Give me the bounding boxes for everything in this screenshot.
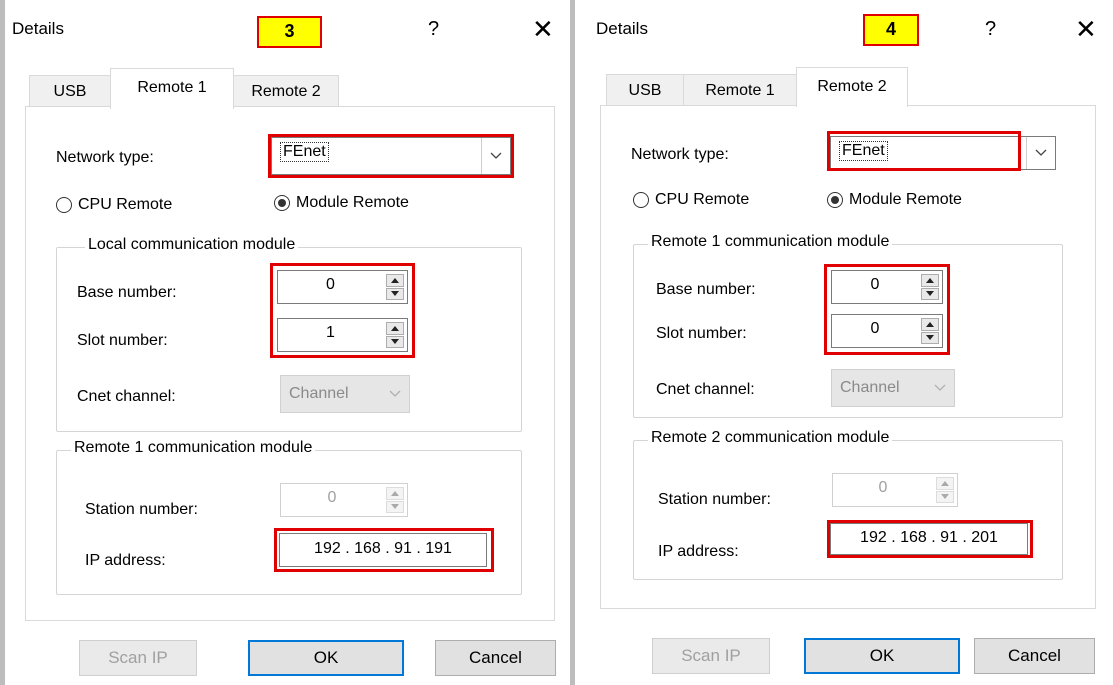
step-badge: 4: [863, 14, 919, 46]
remote2-communication-module-group: Remote 2 communication module Station nu…: [633, 429, 1063, 580]
radio-module-remote-indicator[interactable]: [274, 195, 290, 211]
highlight-ip-address: [274, 528, 494, 572]
radio-cpu-remote[interactable]: CPU Remote: [633, 191, 749, 209]
chevron-down-icon: [926, 370, 954, 406]
station-number-label: Station number:: [85, 501, 198, 518]
radio-cpu-remote[interactable]: CPU Remote: [56, 196, 172, 214]
slot-number-label: Slot number:: [656, 325, 747, 342]
chevron-down-icon: [381, 376, 409, 412]
base-number-label: Base number:: [656, 281, 756, 298]
cnet-channel-value: Channel: [840, 379, 900, 396]
details-dialog-remote1: Details 3 ? ✕ USB Remote 1 Remote 2 Netw…: [12, 0, 568, 685]
details-dialog-remote2: Details 4 ? ✕ USB Remote 1 Remote 2 Netw…: [586, 0, 1106, 685]
close-icon[interactable]: ✕: [1075, 14, 1097, 45]
help-icon[interactable]: ?: [428, 18, 439, 41]
remote-communication-module-group: Remote 1 communication module Station nu…: [56, 439, 522, 595]
group-title: Remote 1 communication module: [648, 233, 893, 251]
highlight-base-slot: [270, 263, 415, 358]
highlight-network-type: [268, 134, 514, 178]
radio-module-remote-indicator[interactable]: [827, 192, 843, 208]
scan-ip-button[interactable]: Scan IP: [652, 638, 770, 674]
window-divider: [0, 0, 5, 685]
slot-number-label: Slot number:: [77, 332, 168, 349]
radio-cpu-remote-label: CPU Remote: [655, 191, 750, 208]
radio-module-remote-label: Module Remote: [849, 191, 962, 208]
spin-down-icon: [936, 490, 954, 503]
network-type-label: Network type:: [56, 149, 154, 166]
dialog-title: Details: [596, 19, 648, 38]
cnet-channel-select[interactable]: Channel: [831, 369, 955, 407]
station-number-spinner[interactable]: 0: [280, 483, 408, 517]
ip-address-label: IP address:: [85, 552, 166, 569]
help-icon[interactable]: ?: [985, 18, 996, 41]
window-divider: [570, 0, 575, 685]
station-number-value: 0: [327, 489, 337, 506]
spin-up-icon: [386, 487, 404, 500]
ip-address-label: IP address:: [658, 543, 739, 560]
cnet-channel-label: Cnet channel:: [77, 388, 176, 405]
highlight-ip-address: [827, 520, 1033, 558]
ok-button[interactable]: OK: [248, 640, 404, 676]
local-communication-module-group: Local communication module Base number: …: [56, 236, 522, 432]
chevron-down-icon[interactable]: [1026, 137, 1055, 169]
network-type-label: Network type:: [631, 146, 729, 163]
cnet-channel-label: Cnet channel:: [656, 381, 755, 398]
cancel-button[interactable]: Cancel: [974, 638, 1095, 674]
radio-cpu-remote-indicator[interactable]: [633, 192, 649, 208]
dialog-title: Details: [12, 19, 64, 38]
tab-remote-1[interactable]: Remote 1: [110, 68, 234, 109]
step-badge: 3: [257, 16, 322, 48]
cancel-button[interactable]: Cancel: [435, 640, 556, 676]
tab-remote-2[interactable]: Remote 2: [233, 75, 339, 107]
station-number-spinner[interactable]: 0: [832, 473, 958, 507]
group-title: Remote 2 communication module: [648, 429, 893, 447]
remote1-communication-module-group: Remote 1 communication module Base numbe…: [633, 233, 1063, 418]
cnet-channel-value: Channel: [289, 385, 349, 402]
highlight-network-type: [827, 131, 1021, 171]
tab-remote-2[interactable]: Remote 2: [796, 67, 908, 107]
tab-remote-1[interactable]: Remote 1: [683, 74, 797, 106]
station-number-label: Station number:: [658, 491, 771, 508]
base-number-label: Base number:: [77, 284, 177, 301]
close-icon[interactable]: ✕: [532, 14, 554, 45]
radio-module-remote-label: Module Remote: [296, 194, 409, 211]
radio-cpu-remote-label: CPU Remote: [78, 196, 173, 213]
tab-usb[interactable]: USB: [29, 75, 111, 107]
ok-button[interactable]: OK: [804, 638, 960, 674]
highlight-base-slot: [824, 264, 950, 355]
scan-ip-button[interactable]: Scan IP: [79, 640, 197, 676]
spin-down-icon: [386, 500, 404, 513]
tab-panel: Network type: FEnet CPU Remote Module Re…: [25, 106, 555, 621]
group-title: Remote 1 communication module: [71, 439, 316, 457]
radio-cpu-remote-indicator[interactable]: [56, 197, 72, 213]
station-number-value: 0: [878, 479, 888, 496]
group-title: Local communication module: [85, 236, 299, 254]
radio-module-remote[interactable]: Module Remote: [274, 194, 409, 212]
radio-module-remote[interactable]: Module Remote: [827, 191, 962, 209]
tab-panel: Network type: FEnet CPU Remote Module Re…: [600, 105, 1096, 609]
tab-usb[interactable]: USB: [606, 74, 684, 106]
spin-up-icon: [936, 477, 954, 490]
cnet-channel-select[interactable]: Channel: [280, 375, 410, 413]
